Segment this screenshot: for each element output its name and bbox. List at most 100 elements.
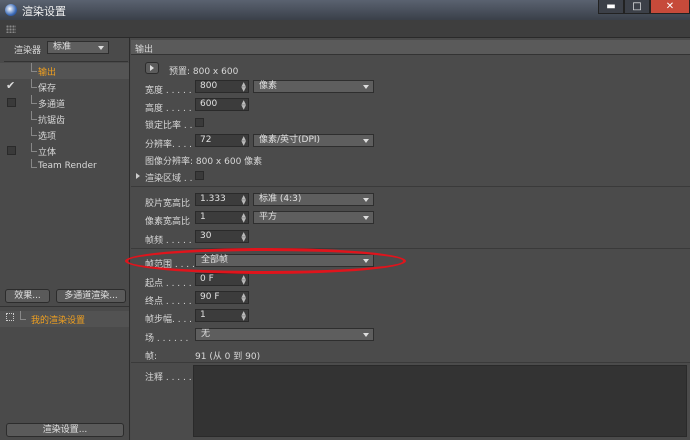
- frame-step-input[interactable]: 1 ▲ ▼: [195, 309, 249, 322]
- minimize-button[interactable]: ▬: [598, 0, 624, 14]
- sidebar-item-team-render[interactable]: Team Render: [0, 159, 129, 175]
- notes-textarea[interactable]: [193, 365, 687, 437]
- render-region-checkbox[interactable]: [195, 171, 204, 180]
- resolution-unit-value: 像素/英寸(DPI): [259, 135, 321, 145]
- width-value: 800: [200, 81, 218, 91]
- frame-step-label: 帧步幅. . . .: [145, 315, 193, 325]
- spinner-icon[interactable]: ▲ ▼: [241, 275, 246, 286]
- start-value: 0 F: [200, 274, 214, 284]
- output-header: 输出: [131, 40, 690, 55]
- resolution-unit-dropdown[interactable]: 像素/英寸(DPI): [253, 134, 374, 147]
- fps-label: 帧频 . . . . .: [145, 236, 192, 246]
- sidebar-item-label: 选项: [38, 132, 57, 142]
- sidebar: 渲染器 标准 输出 ✔ 保存 多通道 抗锯齿 选项 立体 Team Render…: [0, 38, 130, 440]
- field-dropdown[interactable]: 无: [195, 328, 374, 341]
- spinner-icon[interactable]: ▲ ▼: [241, 195, 246, 206]
- renderer-dropdown[interactable]: 标准: [47, 41, 109, 54]
- fps-value: 30: [200, 231, 212, 241]
- film-aspect-input[interactable]: 1.333 ▲ ▼: [195, 193, 249, 206]
- expand-arrow-icon[interactable]: [136, 173, 140, 179]
- grip-icon[interactable]: [6, 25, 16, 33]
- height-value: 600: [200, 99, 218, 109]
- settings-item-label: 我的渲染设置: [31, 316, 86, 326]
- spinner-icon[interactable]: ▲ ▼: [241, 213, 246, 224]
- image-resolution-text: 图像分辨率: 800 x 600 像素: [145, 157, 263, 167]
- start-label: 起点 . . . . .: [145, 279, 192, 289]
- sidebar-item-output[interactable]: 输出: [0, 63, 129, 79]
- sidebar-item-label: 抗锯齿: [38, 116, 66, 126]
- lock-ratio-label: 锁定比率 . .: [145, 121, 193, 131]
- frame-step-value: 1: [200, 310, 206, 320]
- pixel-aspect-label: 像素宽高比: [145, 217, 191, 227]
- close-button[interactable]: ✕: [650, 0, 690, 14]
- preset-button[interactable]: [145, 62, 159, 74]
- sidebar-item-stereo[interactable]: 立体: [0, 143, 129, 159]
- toolbar-strip: [0, 20, 690, 38]
- height-input[interactable]: 600 ▲ ▼: [195, 98, 249, 111]
- end-value: 90 F: [200, 292, 220, 302]
- resolution-value: 72: [200, 135, 212, 145]
- window-title: 渲染设置: [22, 5, 66, 18]
- frames-value: 91 (从 0 到 90): [195, 352, 261, 362]
- width-unit-dropdown[interactable]: 像素: [253, 80, 374, 93]
- pixel-aspect-dropdown[interactable]: 平方: [253, 211, 374, 224]
- spinner-icon[interactable]: ▲ ▼: [241, 232, 246, 243]
- field-label: 场 . . . . . .: [145, 334, 189, 344]
- render-settings-button[interactable]: 渲染设置...: [6, 423, 124, 437]
- highlight-annotation: [125, 248, 406, 274]
- spinner-icon[interactable]: ▲ ▼: [241, 82, 246, 93]
- fps-input[interactable]: 30 ▲ ▼: [195, 230, 249, 243]
- render-settings-item[interactable]: 我的渲染设置: [0, 311, 129, 327]
- field-value: 无: [201, 329, 211, 339]
- chevron-down-icon: [98, 46, 104, 50]
- sidebar-item-antialiasing[interactable]: 抗锯齿: [0, 111, 129, 127]
- sidebar-item-multipass[interactable]: 多通道: [0, 95, 129, 111]
- sidebar-item-label: Team Render: [38, 161, 97, 171]
- end-input[interactable]: 90 F ▲ ▼: [195, 291, 249, 304]
- checkbox[interactable]: [7, 98, 16, 107]
- spinner-icon[interactable]: ▲ ▼: [241, 100, 246, 111]
- resolution-input[interactable]: 72 ▲ ▼: [195, 134, 249, 147]
- chevron-down-icon: [363, 139, 369, 143]
- start-input[interactable]: 0 F ▲ ▼: [195, 273, 249, 286]
- multipass-render-button[interactable]: 多通道渲染...: [56, 289, 126, 303]
- sidebar-item-label: 保存: [38, 84, 57, 94]
- sidebar-item-options[interactable]: 选项: [0, 127, 129, 143]
- sidebar-item-label: 多通道: [38, 100, 66, 110]
- width-label: 宽度 . . . . .: [145, 86, 192, 96]
- render-region-label: 渲染区域 . .: [145, 174, 193, 184]
- lock-ratio-checkbox[interactable]: [195, 118, 204, 127]
- width-unit-value: 像素: [259, 81, 278, 91]
- film-aspect-value: 1.333: [200, 194, 226, 204]
- spinner-icon[interactable]: ▲ ▼: [241, 311, 246, 322]
- film-aspect-label: 胶片宽高比: [145, 199, 191, 209]
- cinema4d-app-icon: [5, 4, 17, 16]
- pixel-aspect-value: 1: [200, 212, 206, 222]
- preset-label: 预置: 800 x 600: [169, 67, 239, 77]
- chevron-down-icon: [363, 198, 369, 202]
- frames-label: 帧:: [145, 352, 158, 362]
- end-label: 终点 . . . . .: [145, 297, 192, 307]
- page-title: 输出: [135, 45, 154, 55]
- height-label: 高度 . . . . .: [145, 104, 192, 114]
- checkbox[interactable]: [7, 146, 16, 155]
- checkmark-icon[interactable]: ✔: [6, 79, 15, 92]
- spinner-icon[interactable]: ▲ ▼: [241, 293, 246, 304]
- sidebar-item-label: 立体: [38, 148, 57, 158]
- film-aspect-dropdown[interactable]: 标准 (4:3): [253, 193, 374, 206]
- sidebar-item-label: 输出: [38, 68, 57, 78]
- renderer-label: 渲染器: [14, 46, 42, 56]
- spinner-icon[interactable]: ▲ ▼: [241, 136, 246, 147]
- renderer-value: 标准: [53, 42, 72, 52]
- notes-label: 注释 . . . . .: [145, 373, 192, 383]
- play-icon: [150, 65, 154, 71]
- film-aspect-combo-value: 标准 (4:3): [259, 194, 302, 204]
- maximize-button[interactable]: □: [624, 0, 650, 14]
- effects-button[interactable]: 效果...: [5, 289, 50, 303]
- settings-icon: [6, 313, 14, 321]
- pixel-aspect-input[interactable]: 1 ▲ ▼: [195, 211, 249, 224]
- resolution-label: 分辨率. . . .: [145, 140, 193, 150]
- chevron-down-icon: [363, 85, 369, 89]
- sidebar-item-save[interactable]: ✔ 保存: [0, 79, 129, 95]
- width-input[interactable]: 800 ▲ ▼: [195, 80, 249, 93]
